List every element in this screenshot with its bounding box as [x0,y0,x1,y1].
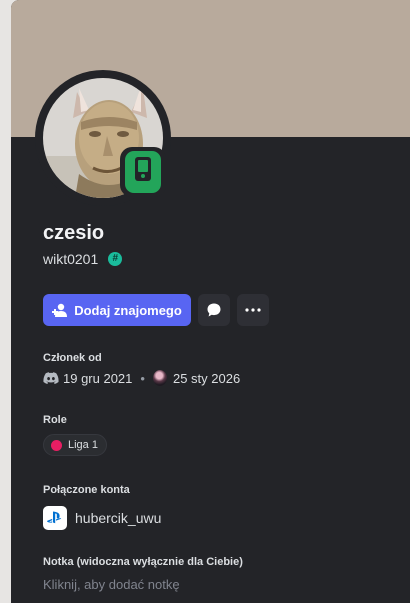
add-friend-icon [52,303,68,317]
role-chip[interactable]: Liga 1 [43,434,107,456]
role-color-dot [51,439,62,451]
member-since-title: Członek od [43,352,102,364]
discord-icon [43,372,59,384]
username-row: wikt0201 # [43,251,123,267]
roles-title: Role [43,414,67,426]
note-title: Notka (widoczna wyłącznie dla Ciebie) [43,556,243,568]
note-input[interactable]: Kliknij, aby dodać notkę [43,577,180,592]
message-button[interactable] [198,294,230,326]
hashtag-badge-icon[interactable]: # [108,252,123,266]
profile-actions: Dodaj znajomego [43,294,269,326]
more-dots-icon [245,308,261,312]
server-icon [152,370,167,386]
discord-join-date: 19 gru 2021 [63,370,133,386]
username: wikt0201 [43,251,99,267]
server-join-date: 25 sty 2026 [172,370,241,386]
mobile-status-icon [125,151,161,193]
display-name: czesio [43,222,105,244]
add-friend-button[interactable]: Dodaj znajomego [43,294,191,326]
more-button[interactable] [237,294,269,326]
date-separator: • [140,370,145,386]
profile-card: czesio wikt0201 # Dodaj znajomego Człone… [11,0,410,603]
role-name: Liga 1 [68,439,98,451]
chat-bubble-icon [207,303,221,317]
connections-title: Połączone konta [43,484,130,496]
member-since-row: 19 gru 2021 • 25 sty 2026 [43,370,240,386]
connection-name: hubercik_uwu [75,510,162,526]
connection-item[interactable]: hubercik_uwu [43,506,161,530]
playstation-icon [43,506,67,530]
add-friend-label: Dodaj znajomego [74,302,182,318]
